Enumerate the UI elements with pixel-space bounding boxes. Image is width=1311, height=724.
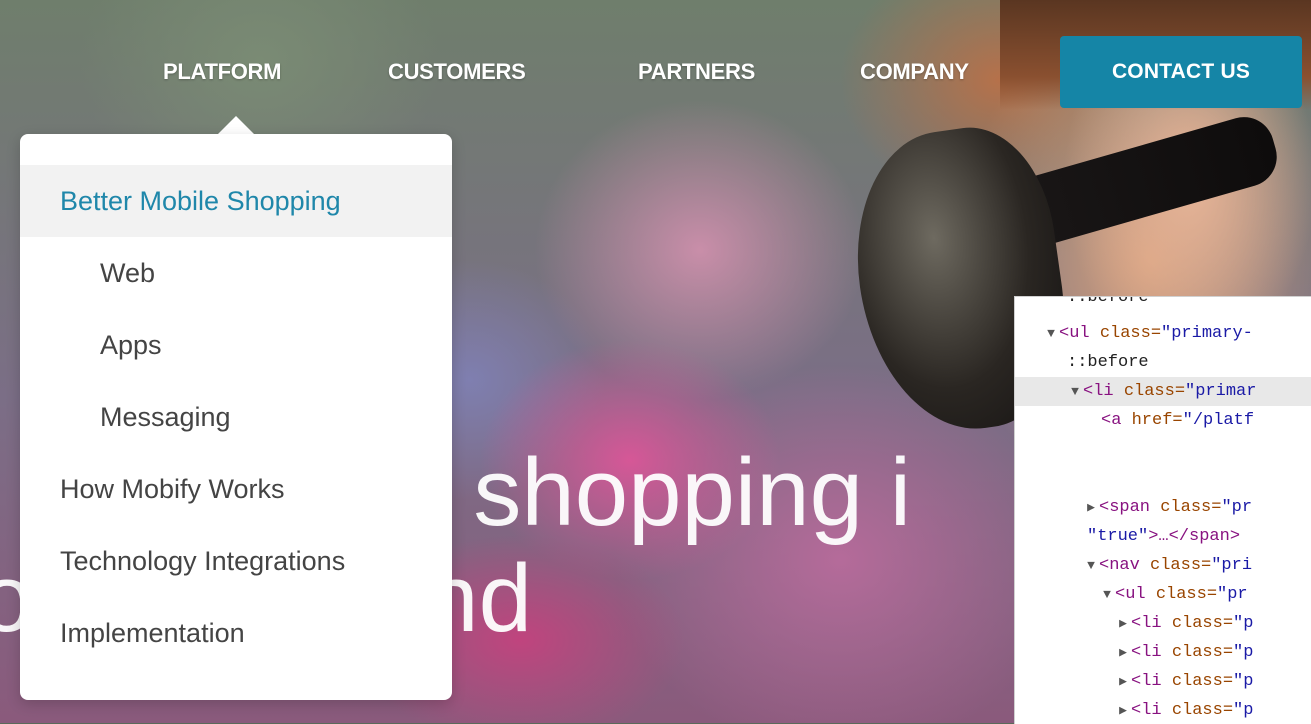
- dom-tag: <li: [1083, 382, 1124, 401]
- dom-attr-value: "p: [1233, 614, 1254, 633]
- dom-node-line[interactable]: ::before: [1015, 296, 1311, 312]
- dom-attr: class=: [1171, 643, 1234, 662]
- expand-triangle-icon[interactable]: ▶: [1115, 667, 1131, 696]
- collapse-triangle-icon[interactable]: ▼: [1067, 377, 1083, 406]
- dom-tag: <li: [1131, 614, 1172, 633]
- nav-partners[interactable]: PARTNERS: [638, 36, 755, 108]
- dom-attr-value: "pri: [1211, 556, 1253, 575]
- menu-item-technology-integrations[interactable]: Technology Integrations: [20, 525, 452, 597]
- dom-attr-value: "primary-: [1161, 324, 1253, 343]
- dom-node-line-selected[interactable]: ▼ <li class="primar: [1015, 377, 1311, 406]
- dom-tag: <li: [1131, 672, 1172, 691]
- primary-nav: PLATFORM CUSTOMERS PARTNERS COMPANY CONT…: [0, 36, 1311, 108]
- menu-item-implementation[interactable]: Implementation: [20, 597, 452, 669]
- dom-node-line[interactable]: ▶ <li class="p: [1015, 696, 1311, 724]
- dom-attr-value: "p: [1233, 701, 1254, 720]
- dom-attr-value: "p: [1233, 672, 1254, 691]
- dom-pseudo: ::before: [1067, 353, 1149, 372]
- dom-attr: class=: [1171, 614, 1234, 633]
- dom-node-line[interactable]: ▶ <li class="p: [1015, 638, 1311, 667]
- dom-node-line[interactable]: ▼ <ul class="primary-: [1015, 319, 1311, 348]
- dom-attr-value: "p: [1233, 643, 1254, 662]
- dom-tag: <ul: [1059, 324, 1100, 343]
- contact-us-button[interactable]: CONTACT US: [1060, 36, 1302, 108]
- dom-node-line[interactable]: ::before: [1015, 348, 1311, 377]
- dom-tag: <span: [1099, 498, 1161, 517]
- collapse-triangle-icon[interactable]: ▼: [1099, 580, 1115, 609]
- devtools-elements-panel: ::before ▼ <ul class="primary- ::before ▼…: [1014, 296, 1311, 724]
- dom-attr-value: "/platf: [1182, 411, 1255, 430]
- collapse-triangle-icon[interactable]: ▼: [1083, 551, 1099, 580]
- dom-attr: class=: [1171, 701, 1234, 720]
- dom-tag: <ul: [1115, 585, 1156, 604]
- dom-node-line[interactable]: ▶ <li class="p: [1015, 609, 1311, 638]
- expand-triangle-icon[interactable]: ▶: [1083, 493, 1099, 522]
- expand-triangle-icon[interactable]: ▶: [1115, 696, 1131, 724]
- menu-item-better-mobile-shopping[interactable]: Better Mobile Shopping: [20, 165, 452, 237]
- dom-attr: class=: [1155, 585, 1218, 604]
- dom-attr: class=: [1160, 498, 1222, 517]
- dom-attr-value: "true": [1087, 527, 1149, 546]
- dom-attr: class=: [1150, 556, 1212, 575]
- menu-item-web[interactable]: Web: [20, 237, 452, 309]
- dropdown-pointer: [218, 116, 254, 134]
- dom-tag: <li: [1131, 643, 1172, 662]
- menu-item-messaging[interactable]: Messaging: [20, 381, 452, 453]
- dom-attr-value: "primar: [1185, 382, 1257, 401]
- dom-tag: <li: [1131, 701, 1172, 720]
- dom-tag: >…</span>: [1148, 527, 1241, 546]
- dom-node-line[interactable]: ▶ <span class="pr: [1015, 493, 1311, 522]
- menu-item-apps[interactable]: Apps: [20, 309, 452, 381]
- dom-attr: href=: [1131, 411, 1183, 430]
- dom-attr: class=: [1171, 672, 1234, 691]
- dom-tag: <nav: [1099, 556, 1151, 575]
- dom-node-line[interactable]: <a href="/platf: [1015, 406, 1311, 435]
- dom-node-line[interactable]: ▼ <ul class="pr: [1015, 580, 1311, 609]
- nav-platform[interactable]: PLATFORM: [163, 36, 281, 108]
- nav-company[interactable]: COMPANY: [860, 36, 969, 108]
- menu-item-how-mobify-works[interactable]: How Mobify Works: [20, 453, 452, 525]
- dom-attr: class=: [1123, 382, 1186, 401]
- nav-customers[interactable]: CUSTOMERS: [388, 36, 526, 108]
- hero-headline-line-1: f shopping i: [420, 440, 912, 546]
- collapse-triangle-icon[interactable]: ▼: [1043, 319, 1059, 348]
- dom-attr: class=: [1099, 324, 1162, 343]
- dom-attr-value: "pr: [1217, 585, 1248, 604]
- expand-triangle-icon[interactable]: ▶: [1115, 638, 1131, 667]
- dom-tag: <a: [1101, 411, 1132, 430]
- dom-attr-value: "pr: [1221, 498, 1253, 517]
- dom-node-line[interactable]: ▼ <nav class="pri: [1015, 551, 1311, 580]
- expand-triangle-icon[interactable]: ▶: [1115, 609, 1131, 638]
- dom-node-line[interactable]: "true">…</span>: [1015, 522, 1311, 551]
- dom-node-line[interactable]: ▶ <li class="p: [1015, 667, 1311, 696]
- platform-dropdown-menu: Better Mobile Shopping Web Apps Messagin…: [20, 134, 452, 700]
- dom-pseudo: ::before: [1067, 296, 1149, 307]
